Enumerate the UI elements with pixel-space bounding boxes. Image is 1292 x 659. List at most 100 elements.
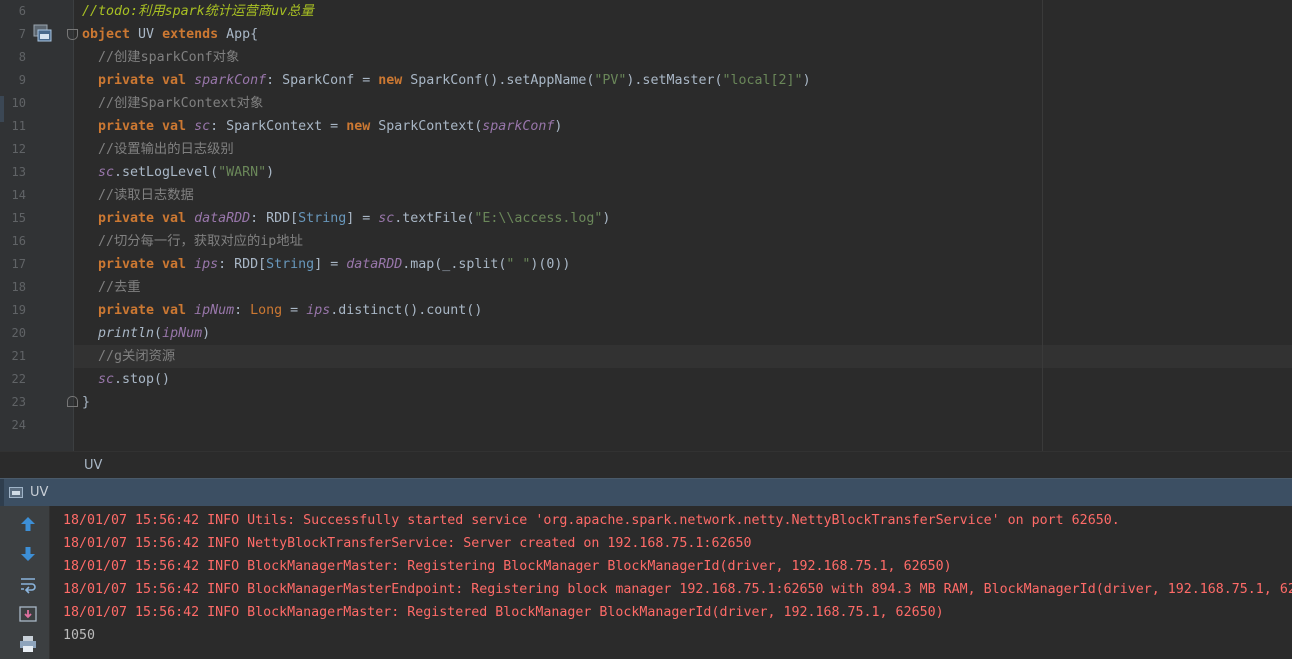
- code-line-6: //todo:利用spark统计运营商uv总量: [82, 0, 314, 23]
- code-line-10: //创建SparkContext对象: [98, 92, 263, 115]
- field-name: ips: [194, 257, 219, 272]
- line-number: 16: [11, 234, 26, 248]
- comment: //设置输出的日志级别: [98, 142, 234, 157]
- code-line-13: sc.setLogLevel("WARN"): [98, 161, 274, 184]
- line-number: 17: [11, 257, 26, 271]
- code-text: }: [82, 395, 91, 410]
- code-text: ] =: [346, 211, 379, 226]
- line-number: 13: [11, 165, 26, 179]
- line-number: 12: [11, 142, 26, 156]
- code-line-9: private val sparkConf: SparkConf = new S…: [98, 69, 811, 92]
- code-line-8: //创建sparkConf对象: [98, 46, 239, 69]
- soft-wrap-icon[interactable]: [18, 574, 38, 594]
- code-text: (: [154, 326, 163, 341]
- comment: //: [82, 4, 99, 19]
- field-name: sc: [194, 119, 211, 134]
- keyword: extends: [162, 27, 219, 42]
- code-text: : RDD[: [218, 257, 267, 272]
- keyword: new: [346, 119, 371, 134]
- console-line: 1050: [63, 628, 96, 643]
- line-number: 8: [18, 50, 26, 64]
- keyword: private val: [98, 303, 195, 318]
- code-editor[interactable]: 6 7 8 9 10 11 12 13 14 15 16 17 18 19 20…: [0, 0, 1292, 451]
- string-literal: "E:\\access.log": [474, 211, 603, 226]
- code-text: ): [554, 119, 563, 134]
- string-literal: " ": [506, 257, 531, 272]
- console-line: 18/01/07 15:56:42 INFO BlockManagerMaste…: [63, 605, 944, 620]
- run-panel-header: UV: [0, 478, 1292, 507]
- code-line-21: //g关闭资源: [98, 345, 175, 368]
- field-ref: sc: [98, 165, 115, 180]
- code-line-14: //读取日志数据: [98, 184, 194, 207]
- code-line-19: private val ipNum: Long = ips.distinct()…: [98, 299, 482, 322]
- console-line: 18/01/07 15:56:42 INFO Utils: Successful…: [63, 513, 1120, 528]
- code-line-20: println(ipNum): [98, 322, 210, 345]
- line-number-gutter[interactable]: 6 7 8 9 10 11 12 13 14 15 16 17 18 19 20…: [0, 0, 78, 451]
- fold-toggle-icon[interactable]: [67, 29, 78, 40]
- keyword: private val: [98, 119, 195, 134]
- code-line-11: private val sc: SparkContext = new Spark…: [98, 115, 562, 138]
- panel-edge: [0, 479, 4, 507]
- code-text: .distinct().count(): [330, 303, 483, 318]
- current-line-highlight: [74, 345, 1292, 368]
- field-name: dataRDD: [194, 211, 251, 226]
- code-text: ] =: [314, 257, 347, 272]
- string-literal: "local[2]": [722, 73, 803, 88]
- field-ref: sparkConf: [482, 119, 555, 134]
- keyword: private val: [98, 73, 195, 88]
- run-object-icon[interactable]: [33, 24, 53, 44]
- print-icon[interactable]: [18, 634, 38, 654]
- code-line-7: object UV extends App{: [82, 23, 258, 46]
- run-tab-label[interactable]: UV: [30, 485, 48, 500]
- comment: //g关闭资源: [98, 349, 176, 364]
- comment: //创建SparkContext对象: [98, 96, 264, 111]
- function-name: println: [98, 326, 155, 341]
- code-text: .textFile(: [394, 211, 475, 226]
- down-arrow-icon[interactable]: [18, 544, 38, 564]
- string-literal: "PV": [594, 73, 627, 88]
- code-text: ).setMaster(: [626, 73, 723, 88]
- field-ref: dataRDD: [346, 257, 403, 272]
- line-number: 20: [11, 326, 26, 340]
- string-literal: "WARN": [218, 165, 267, 180]
- code-text: App{: [218, 27, 259, 42]
- breadcrumb-item[interactable]: UV: [84, 458, 102, 473]
- code-text: : RDD[: [250, 211, 299, 226]
- code-text: .stop(): [114, 372, 171, 387]
- console-output[interactable]: 18/01/07 15:56:42 INFO Utils: Successful…: [50, 506, 1292, 659]
- field-name: sparkConf: [194, 73, 267, 88]
- line-number: 14: [11, 188, 26, 202]
- code-text: ): [602, 211, 611, 226]
- breadcrumb[interactable]: UV: [0, 451, 1292, 478]
- code-line-17: private val ips: RDD[String] = dataRDD.m…: [98, 253, 570, 276]
- object-name: UV: [130, 27, 163, 42]
- code-text: : SparkConf =: [266, 73, 379, 88]
- todo-comment: todo:利用spark统计运营商uv总量: [98, 4, 314, 19]
- code-text: SparkContext(: [370, 119, 483, 134]
- up-arrow-icon[interactable]: [18, 514, 38, 534]
- field-ref: sc: [98, 372, 115, 387]
- line-number: 24: [11, 418, 26, 432]
- line-number: 22: [11, 372, 26, 386]
- code-text: ): [802, 73, 811, 88]
- code-line-23: }: [82, 391, 90, 414]
- line-number: 9: [18, 73, 26, 87]
- keyword: new: [378, 73, 403, 88]
- field-name: ipNum: [194, 303, 235, 318]
- line-number: 21: [11, 349, 26, 363]
- field-ref: sc: [378, 211, 395, 226]
- scroll-to-end-icon[interactable]: [18, 604, 38, 624]
- code-text: ): [266, 165, 275, 180]
- type-name: String: [298, 211, 347, 226]
- line-number: 10: [11, 96, 26, 110]
- field-ref: ipNum: [162, 326, 203, 341]
- fold-toggle-icon[interactable]: [67, 396, 78, 407]
- code-text: :: [234, 303, 251, 318]
- comment: //读取日志数据: [98, 188, 194, 203]
- line-number: 11: [11, 119, 26, 133]
- keyword: private val: [98, 211, 195, 226]
- code-text: .setLogLevel(: [114, 165, 219, 180]
- keyword: object: [82, 27, 131, 42]
- line-number: 7: [18, 27, 26, 41]
- code-text: =: [282, 303, 307, 318]
